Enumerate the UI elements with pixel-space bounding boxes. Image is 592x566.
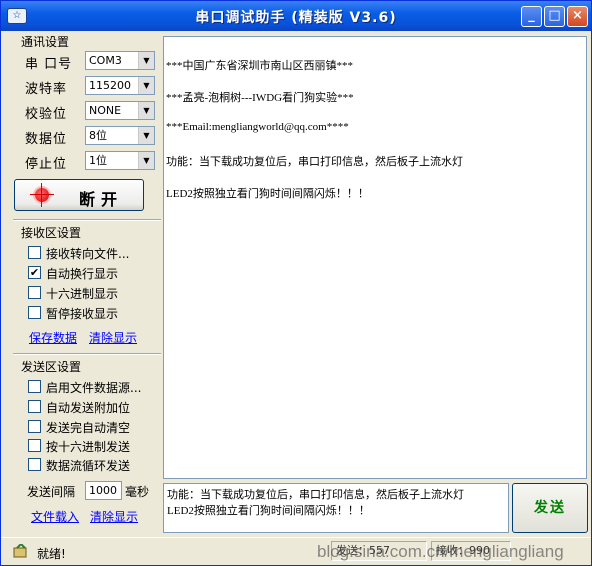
receive-text-area[interactable]: ***中国广东省深圳市南山区西丽镇*** ***孟亮-泡桐树---IWDG看门狗…: [163, 36, 587, 479]
divider: [13, 219, 161, 220]
stopbits-value: 1位: [89, 154, 107, 167]
app-window: ☆ 串口调试助手 (精装版 V3.6) _ □ × 通讯设置 串 口号 COM3…: [0, 0, 592, 566]
checkbox-checked[interactable]: ✔: [28, 266, 41, 279]
baud-row: 波特率 115200 ▼: [25, 76, 155, 97]
chevron-down-icon[interactable]: ▼: [138, 77, 154, 94]
ready-icon: [13, 544, 27, 558]
receive-line: ***Email:mengliangworld@qq.com****: [166, 121, 349, 133]
checkbox[interactable]: [28, 306, 41, 319]
checkbox[interactable]: [28, 458, 41, 471]
option-label: 接收转向文件...: [46, 247, 130, 261]
checkbox[interactable]: [28, 286, 41, 299]
disconnect-label: 断开: [79, 190, 124, 209]
stopbits-label: 停止位: [25, 157, 68, 172]
title-bar[interactable]: ☆ 串口调试助手 (精装版 V3.6) _ □ ×: [1, 1, 591, 31]
maximize-button[interactable]: □: [544, 6, 565, 27]
port-row: 串 口号 COM3 ▼: [25, 51, 155, 72]
settings-panel: 通讯设置 串 口号 COM3 ▼ 波特率 115200 ▼ 校验位 NONE ▼…: [13, 33, 161, 533]
port-select[interactable]: COM3 ▼: [85, 51, 155, 70]
databits-select[interactable]: 8位 ▼: [85, 126, 155, 145]
databits-label: 数据位: [25, 132, 68, 147]
send-interval-input[interactable]: 1000: [85, 481, 122, 500]
parity-row: 校验位 NONE ▼: [25, 101, 155, 122]
baud-value: 115200: [89, 79, 131, 92]
option-label: 自动换行显示: [46, 267, 119, 281]
divider: [13, 353, 161, 354]
chevron-down-icon[interactable]: ▼: [138, 102, 154, 119]
clear-send-link[interactable]: 清除显示: [90, 508, 138, 525]
option-label: 发送完自动清空: [46, 421, 131, 435]
option-label: 数据流循环发送: [46, 459, 131, 473]
checkbox[interactable]: [28, 246, 41, 259]
stopbits-select[interactable]: 1位 ▼: [85, 151, 155, 170]
chevron-down-icon[interactable]: ▼: [138, 127, 154, 144]
option-label: 按十六进制发送: [46, 440, 131, 454]
receive-line: LED2按照独立看门狗时间间隔闪烁！！！: [166, 188, 369, 200]
minimize-button[interactable]: _: [521, 6, 542, 27]
chevron-down-icon[interactable]: ▼: [138, 152, 154, 169]
option-label: 自动发送附加位: [46, 401, 131, 415]
stopbits-row: 停止位 1位 ▼: [25, 151, 155, 172]
save-data-link[interactable]: 保存数据: [29, 329, 77, 346]
file-load-link[interactable]: 文件载入: [31, 508, 79, 525]
send-interval-unit: 毫秒: [125, 485, 150, 499]
window-title: 串口调试助手 (精装版 V3.6): [195, 10, 397, 26]
port-label: 串 口号: [25, 57, 73, 72]
chevron-down-icon[interactable]: ▼: [138, 52, 154, 69]
watermark-text: blog.sina.com.cn/mengliangliang: [317, 542, 564, 561]
close-button[interactable]: ×: [567, 6, 588, 27]
checkbox[interactable]: [28, 420, 41, 433]
send-line: LED2按照独立看门狗时间间隔闪烁！！！: [167, 505, 370, 517]
send-interval-label: 发送间隔: [27, 485, 76, 499]
checkbox[interactable]: [28, 380, 41, 393]
parity-value: NONE: [89, 104, 122, 117]
baud-select[interactable]: 115200 ▼: [85, 76, 155, 95]
clear-receive-link[interactable]: 清除显示: [89, 329, 137, 346]
connection-status-icon: [30, 183, 54, 207]
send-group-title: 发送区设置: [21, 360, 82, 374]
send-line: 功能：当下载成功复位后，串口打印信息，然后板子上流水灯: [167, 489, 464, 501]
option-label: 十六进制显示: [46, 287, 119, 301]
status-ready-text: 就绪!: [37, 547, 66, 561]
checkbox[interactable]: [28, 400, 41, 413]
baud-label: 波特率: [25, 82, 68, 97]
receive-line: 功能：当下载成功复位后，串口打印信息，然后板子上流水灯: [166, 156, 463, 168]
option-label: 暂停接收显示: [46, 307, 119, 321]
receive-group-title: 接收区设置: [21, 226, 82, 240]
checkbox[interactable]: [28, 439, 41, 452]
serial-group-title: 通讯设置: [21, 35, 70, 49]
databits-value: 8位: [89, 129, 107, 142]
receive-line: ***中国广东省深圳市南山区西丽镇***: [166, 60, 353, 72]
port-value: COM3: [89, 54, 122, 67]
option-label: 启用文件数据源...: [46, 381, 142, 395]
disconnect-button[interactable]: 断开: [14, 179, 144, 211]
databits-row: 数据位 8位 ▼: [25, 126, 155, 147]
parity-select[interactable]: NONE ▼: [85, 101, 155, 120]
send-button[interactable]: 发送: [512, 483, 588, 533]
parity-label: 校验位: [25, 107, 68, 122]
send-text-area[interactable]: 功能：当下载成功复位后，串口打印信息，然后板子上流水灯 LED2按照独立看门狗时…: [163, 483, 509, 533]
receive-line: ***孟亮-泡桐树---IWDG看门狗实验***: [166, 92, 354, 104]
